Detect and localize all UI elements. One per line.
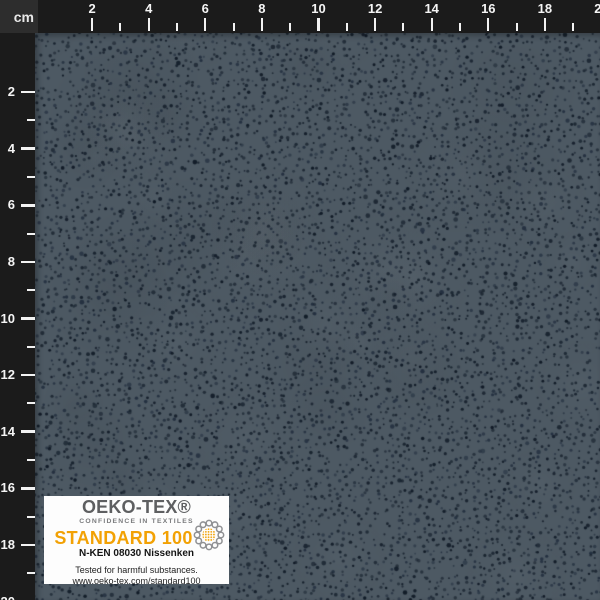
ruler-minor-tick: [27, 459, 35, 461]
ruler-number: 4: [7, 140, 15, 156]
ruler-minor-tick: [345, 23, 348, 31]
ruler-minor-tick: [176, 23, 178, 31]
oekotex-brand-text: OEKO-TEX®: [81, 497, 192, 517]
ruler-minor-tick: [27, 345, 35, 348]
ruler-minor-tick: [27, 289, 35, 292]
ruler-number: 20: [1, 594, 15, 600]
oekotex-certificate-label: OEKO-TEX® CONFIDENCE IN TEXTILES STANDAR…: [44, 496, 229, 584]
oekotex-url-text: www.oeko-tex.com/standard100: [72, 576, 201, 584]
ruler-minor-tick: [27, 232, 35, 235]
ruler-number: 10: [311, 1, 326, 16]
ruler-number: 6: [201, 1, 209, 16]
ruler-number: 4: [145, 1, 153, 16]
ruler-major-tick: [21, 430, 35, 433]
ruler-minor-tick: [515, 23, 518, 31]
ruler-major-tick: [147, 18, 150, 31]
ruler-minor-tick: [27, 119, 35, 122]
ruler-number: 12: [367, 1, 383, 16]
ruler-minor-tick: [459, 23, 461, 31]
ruler-major-tick: [21, 90, 35, 94]
ruler-number: 14: [424, 1, 439, 16]
ruler-number: 12: [0, 367, 15, 383]
ruler-vertical-cm: 2 4 6 8 10 12 14 16 18 20: [0, 0, 35, 600]
ruler-major-tick: [373, 18, 377, 31]
ruler-major-tick: [21, 260, 35, 264]
ruler-major-tick: [21, 487, 35, 490]
ruler-number: 14: [0, 423, 15, 439]
ruler-minor-tick: [27, 572, 35, 575]
ruler-number: 16: [0, 480, 15, 496]
ruler-number: 8: [258, 1, 266, 16]
ruler-number: 2: [7, 84, 15, 100]
ruler-major-tick: [21, 317, 35, 320]
ruler-major-tick: [21, 147, 35, 150]
ruler-major-tick: [21, 373, 35, 377]
ruler-major-tick: [21, 204, 35, 207]
ruler-major-tick: [204, 18, 207, 31]
ruler-number: 6: [7, 197, 15, 213]
oekotex-flower-logo-icon: [193, 519, 225, 551]
ruler-minor-tick: [27, 402, 35, 405]
ruler-major-tick: [317, 18, 320, 31]
ruler-minor-tick: [289, 23, 292, 31]
ruler-number: 16: [481, 1, 496, 16]
ruler-minor-tick: [572, 23, 575, 31]
ruler-major-tick: [487, 18, 490, 31]
ruler-number: 18: [0, 536, 15, 552]
ruler-unit-box: cm: [0, 0, 38, 33]
ruler-number: 18: [537, 1, 553, 16]
fabric-swatch-product-image: 2 4 6 8 10 12 14 16 18 20 2 4 6 8 10 12 14 16 18 20 cm OEK…: [0, 0, 600, 600]
oekotex-tested-text: Tested for harmful substances.: [75, 565, 198, 575]
ruler-major-tick: [430, 18, 433, 31]
ruler-major-tick: [90, 18, 94, 31]
ruler-minor-tick: [232, 23, 235, 31]
ruler-minor-tick: [402, 23, 405, 31]
ruler-number: 10: [0, 310, 15, 326]
oekotex-standard-100: STANDARD 100: [54, 528, 193, 548]
ruler-minor-tick: [27, 515, 35, 518]
ruler-number: 8: [7, 253, 15, 269]
ruler-unit-label: cm: [13, 8, 34, 25]
ruler-major-tick: [260, 18, 264, 31]
ruler-number: 20: [594, 1, 600, 16]
ruler-major-tick: [543, 18, 547, 31]
ruler-major-tick: [21, 543, 35, 547]
ruler-number: 2: [88, 1, 96, 16]
ruler-minor-tick: [119, 23, 122, 31]
ruler-minor-tick: [27, 176, 35, 178]
ruler-horizontal-cm: 2 4 6 8 10 12 14 16 18 20: [0, 0, 600, 33]
